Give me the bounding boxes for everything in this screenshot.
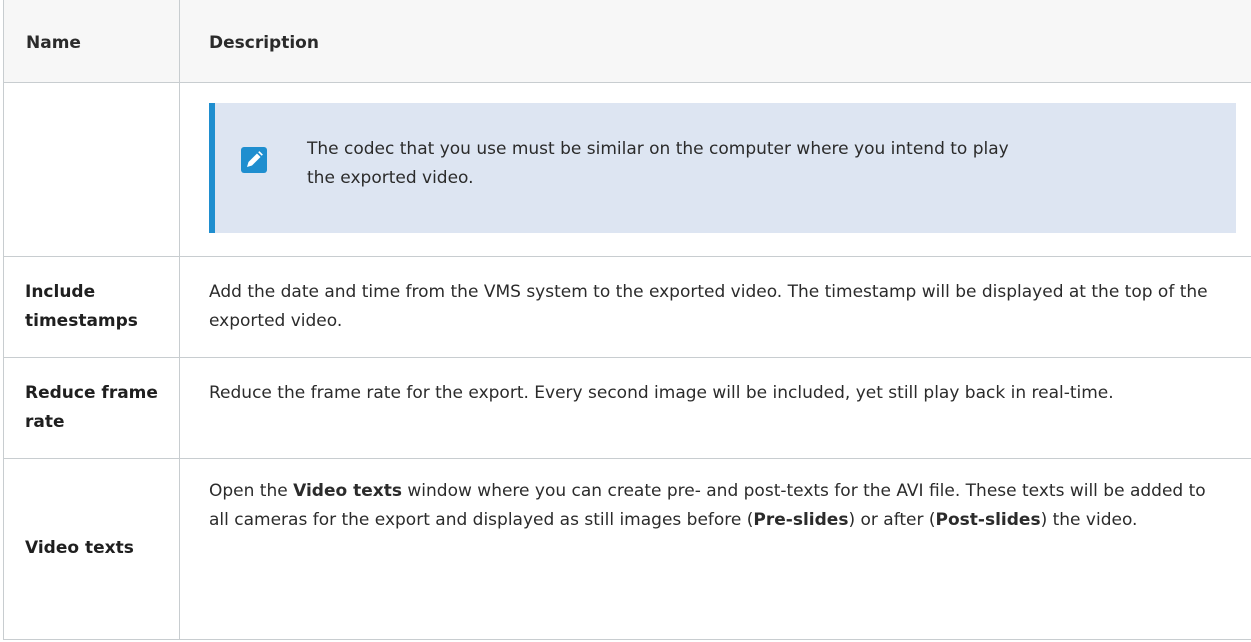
description-text: ) the video.: [1040, 510, 1138, 530]
row-description-video-texts: Open the Video texts window where you ca…: [209, 477, 1219, 535]
bold-term-pre-slides: Pre-slides: [753, 510, 849, 530]
table-row: Reduce frame rate Reduce the frame rate …: [4, 357, 1251, 458]
table-row: Video texts Open the Video texts window …: [4, 458, 1251, 640]
row-description-include-timestamps: Add the date and time from the VMS syste…: [209, 282, 1208, 331]
pencil-note-icon: [241, 147, 267, 173]
note-text: The codec that you use must be similar o…: [307, 139, 1009, 188]
settings-table: Name Description The codec that you use …: [3, 0, 1251, 640]
row-description-reduce-frame-rate: Reduce the frame rate for the export. Ev…: [209, 383, 1114, 403]
description-text: Open the: [209, 481, 294, 501]
bold-term-video-texts: Video texts: [293, 481, 402, 501]
table-header-row: Name Description: [4, 0, 1251, 83]
column-header-name: Name: [26, 33, 81, 53]
row-name-include-timestamps: Include timestamps: [25, 282, 138, 331]
column-header-description: Description: [209, 33, 319, 53]
note-callout: The codec that you use must be similar o…: [209, 103, 1236, 233]
table-row: Include timestamps Add the date and time…: [4, 256, 1251, 357]
table-row: The codec that you use must be similar o…: [4, 82, 1251, 256]
row-name-reduce-frame-rate: Reduce frame rate: [25, 383, 158, 432]
column-divider: [179, 0, 180, 640]
row-name-video-texts: Video texts: [25, 538, 134, 558]
description-text: ) or after (: [848, 510, 936, 530]
bold-term-post-slides: Post-slides: [935, 510, 1041, 530]
